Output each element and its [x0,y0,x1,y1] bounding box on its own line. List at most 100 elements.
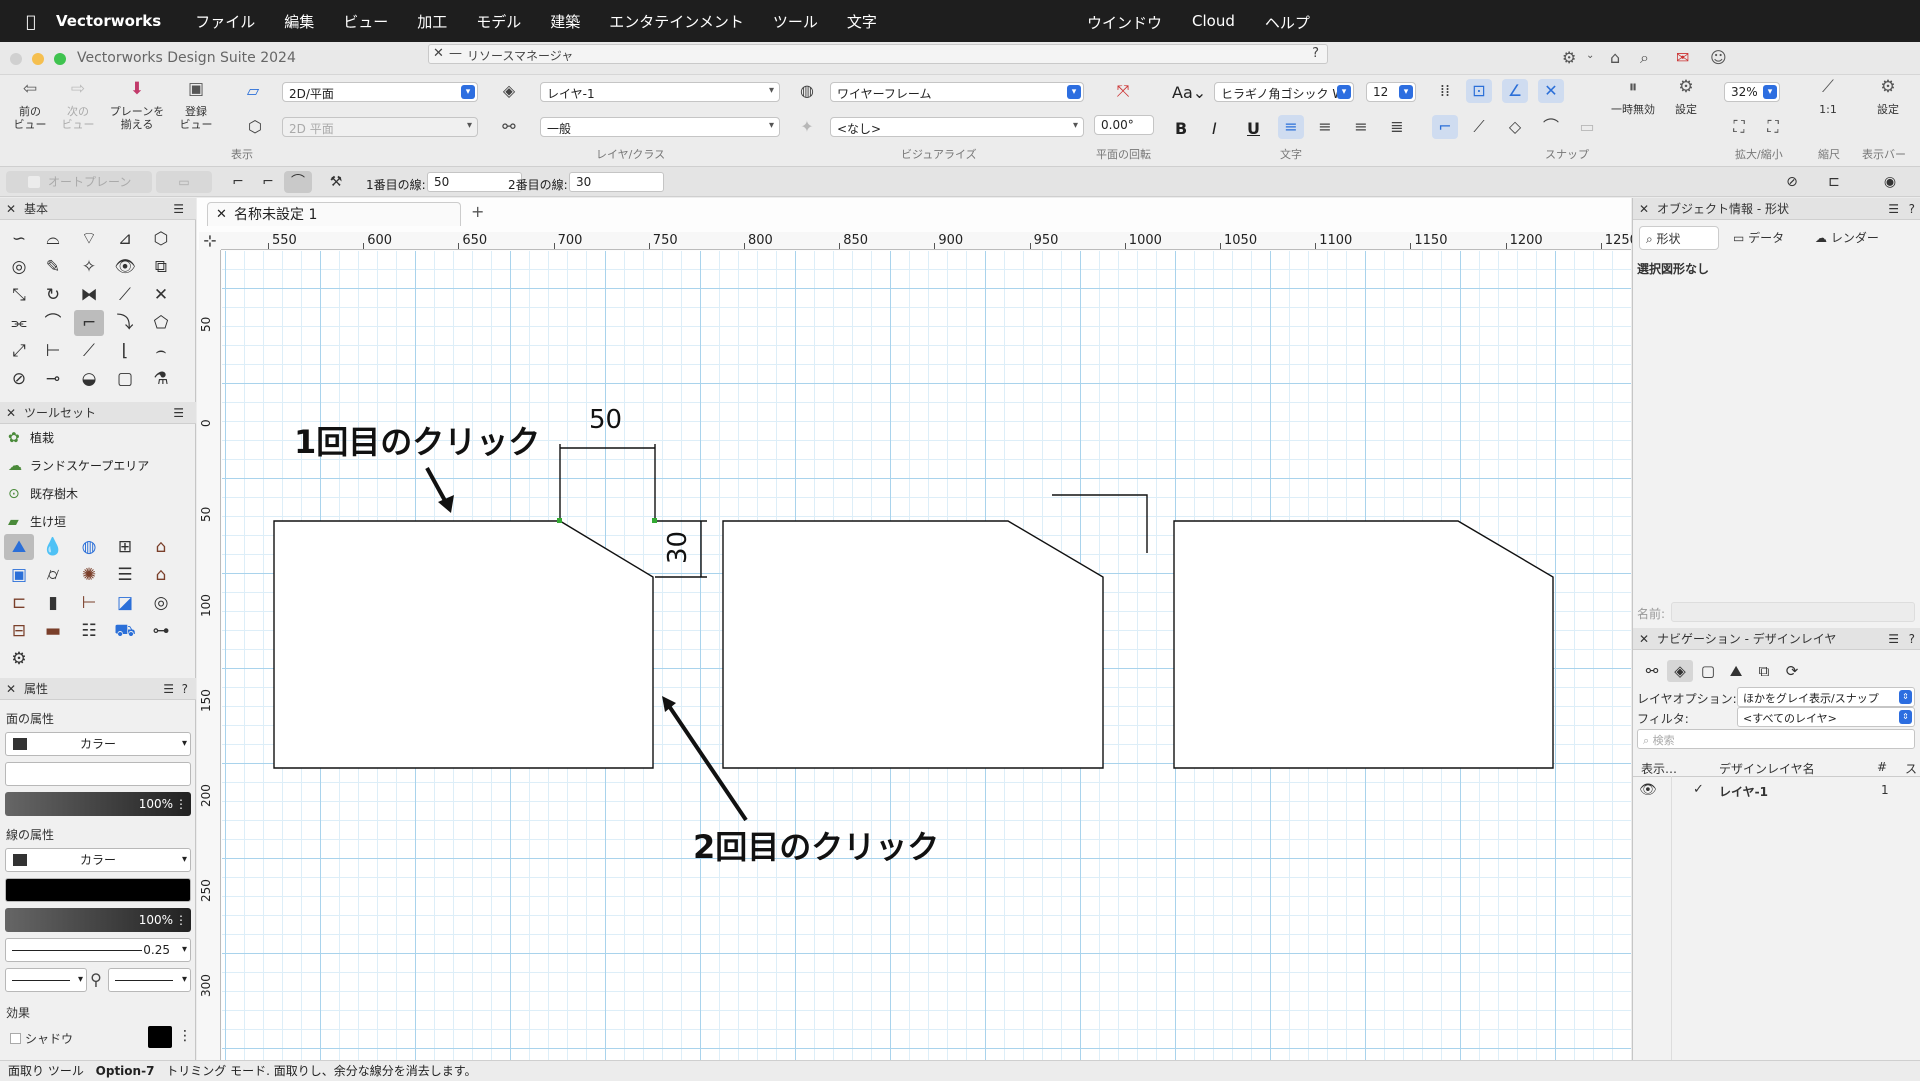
split-tool[interactable]: ⟋ [110,282,140,308]
offset-tool[interactable]: ⤵ [110,310,140,336]
italic-button[interactable]: I [1212,119,1217,138]
layer-icon[interactable]: ◈ [496,79,522,103]
column-tool[interactable]: ▮ [38,590,68,616]
fillet-tool[interactable]: ⌒ [38,310,68,336]
search-icon[interactable]: ⌕ [1640,48,1649,68]
plane-select[interactable]: 2D 平面 ▾ [282,117,478,137]
saved-view-button[interactable]: ▣ 登録 ビュー [176,81,216,132]
chamfer-tool[interactable]: ⌐ [74,310,104,336]
scale-button[interactable]: ⟋ 1:1 [1808,79,1848,117]
attribute-tool[interactable]: ⚗ [146,366,176,392]
close-icon[interactable]: ✕ [6,198,16,220]
camera-tool[interactable]: ◎ [146,590,176,616]
snap-grid-icon[interactable]: ⁞⁞ [1432,79,1458,103]
mode-trim-icon[interactable]: ⌐ [224,171,252,193]
circle-tool[interactable]: ⊘ [4,366,34,392]
line-type-select[interactable]: カラー ▾ [5,848,191,872]
snap-angle-icon[interactable]: ∠ [1502,79,1528,103]
layer-option-select[interactable]: ほかをグレイ表示/スナップ ⇕ [1737,687,1915,707]
render-mode-select[interactable]: ワイヤーフレーム ▾ [830,82,1084,102]
polyline-tool[interactable]: ⌔ [74,226,104,252]
start-marker-select[interactable]: ▾ [5,968,87,992]
underline-button[interactable]: U [1247,119,1260,138]
auto-plane-toggle[interactable]: オートプレーン [6,171,152,193]
close-icon[interactable]: ✕ [6,678,16,700]
shelf-tool[interactable]: ⊟ [4,618,34,644]
font-aa-icon[interactable]: Aa⌄ [1172,83,1206,102]
mode-preferences-icon[interactable]: ⚒ [322,171,350,193]
home-icon[interactable]: ⌂ [1610,48,1620,67]
arc-tool[interactable]: ⌓ [38,226,68,252]
constrained-dimension-tool[interactable]: ⌊ [110,338,140,364]
more-icon[interactable]: ⋮ [178,1028,192,1044]
more-icon[interactable]: ⋮ [175,792,187,816]
shadow-color-swatch[interactable] [148,1026,172,1048]
signpost-tool[interactable]: ⊢ [74,590,104,616]
line-color-swatch[interactable] [13,854,27,866]
notification-icon[interactable]: ✉ [1676,48,1689,67]
toolset-item-hedge[interactable]: ▰ 生け垣 [8,512,66,532]
plank-tool[interactable]: ▬ [38,618,68,644]
col-name-header[interactable]: デザインレイヤ名 [1719,760,1815,777]
mirror-tool[interactable]: ⧓ [74,282,104,308]
freehand-tool[interactable]: ∽ [4,226,34,252]
rotate-plane-icon[interactable]: ⤧ [1110,79,1136,103]
chevron-down-icon[interactable]: ⌄ [1586,50,1594,61]
close-icon[interactable]: ✕ [1639,628,1649,650]
lighting-select[interactable]: <なし> ▾ [830,117,1084,137]
toolset-item-landscape-area[interactable]: ☁ ランドスケープエリア [8,456,149,476]
menu-view[interactable]: ビュー [343,11,388,32]
menu-edit[interactable]: 編集 [284,11,314,32]
bench-tool[interactable]: ☰ [110,562,140,588]
end-marker-select[interactable]: ▾ [108,968,191,992]
menu-text[interactable]: 文字 [847,11,877,32]
resource-manager-palette[interactable]: ✕ — リソースマネージャ ? [428,44,1328,64]
collapse-icon[interactable]: — [449,46,462,61]
menu-window[interactable]: ウインドウ [1087,12,1162,33]
barn-tool[interactable]: ⌂ [146,534,176,560]
eye-icon[interactable]: 👁 [1639,782,1657,798]
nav-sheets-icon[interactable]: ▢ [1695,660,1721,682]
rounded-rect-tool[interactable]: ▢ [110,366,140,392]
second-line-input[interactable]: 30 [569,172,664,192]
more-icon[interactable]: ⋮ [175,908,187,932]
parking-tool[interactable]: ⊶ [146,618,176,644]
prev-view-button[interactable]: ⇦ 前の ビュー [10,81,50,132]
search-object-icon[interactable]: ◉ [1876,171,1904,193]
app-menu[interactable]: Vectorworks [56,12,161,30]
apple-menu-icon[interactable]:  [20,12,42,31]
plane-mode-button[interactable]: ▭ [156,171,212,193]
menu-help[interactable]: ヘルプ [1265,12,1310,33]
tab-shape[interactable]: ⌕ 形状 [1639,226,1719,250]
snap-workplane-icon[interactable]: ▭ [1574,115,1600,139]
eyedropper-tool[interactable]: ✎ [38,254,68,280]
menu-architecture[interactable]: 建築 [550,11,580,32]
help-icon[interactable]: ? [1909,198,1915,220]
layer-select[interactable]: レイヤ-1 ▾ [540,82,780,102]
menu-icon[interactable]: ☰ [1888,628,1899,650]
table-row[interactable]: 👁 ✓ レイヤ-1 1 [1633,780,1920,800]
rotation-field[interactable]: 0.00° [1094,115,1154,135]
checkbox[interactable] [28,176,40,188]
align-center-icon[interactable]: ≡ [1312,115,1338,139]
menu-model[interactable]: モデル [476,11,521,32]
fill-color-swatch[interactable] [13,738,27,750]
col-number-header[interactable]: # [1877,760,1887,774]
slope-tool[interactable]: ◪ [110,590,140,616]
pipe-tool[interactable]: ⌭ [38,562,68,588]
rotate-tool[interactable]: ↻ [38,282,68,308]
tab-data[interactable]: ▭ データ [1727,226,1803,250]
tree-tool[interactable]: ✺ [74,562,104,588]
menu-icon[interactable]: ☰ [173,198,184,220]
zoom-select[interactable]: 32% ▾ [1724,82,1780,102]
tab-render[interactable]: ☁ レンダー [1809,226,1897,250]
name-field[interactable] [1671,602,1915,622]
snap-settings-button[interactable]: ⚙ 設定 [1664,79,1708,117]
toolset-item-existing-tree[interactable]: ⊙ 既存樹木 [8,484,78,504]
snap-tangent-icon[interactable]: ⟋ [1466,115,1492,139]
line-color-preview[interactable] [5,878,191,902]
font-select[interactable]: ヒラギノ角ゴシック W3 ▾ [1214,82,1354,102]
menu-icon[interactable]: ☰ [163,678,174,700]
fill-opacity-bar[interactable]: 100% ⋮ [5,792,191,816]
class-icon[interactable]: ⚯ [496,115,522,139]
